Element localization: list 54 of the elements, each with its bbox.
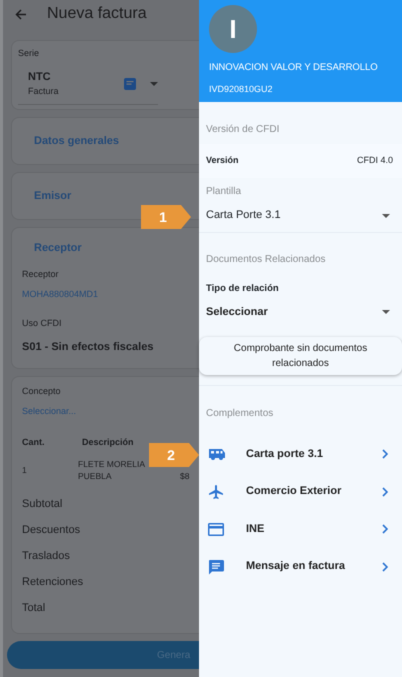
section-title: Datos generales xyxy=(34,134,119,149)
section-heading: Complementos xyxy=(206,407,274,422)
plantilla-dropdown[interactable]: Carta Porte 3.1 xyxy=(199,199,402,233)
callout-marker: 2 xyxy=(149,443,199,467)
complement-item[interactable]: Carta porte 3.1 xyxy=(199,435,402,473)
section-title: Receptor xyxy=(34,242,82,254)
field-label: Plantilla xyxy=(206,185,242,199)
total-label: Traslados xyxy=(22,548,70,564)
company-name: INNOVACION VALOR Y DESARROLLO xyxy=(209,61,378,75)
relacion-dropdown[interactable]: Seleccionar xyxy=(199,296,402,328)
chevron-right-icon xyxy=(382,562,388,572)
total-label: Subtotal xyxy=(22,496,62,512)
message-icon xyxy=(208,558,224,574)
airplane-icon xyxy=(208,484,224,500)
serie-code: NTC xyxy=(28,70,52,84)
company-rfc: IVD920810GU2 xyxy=(209,83,274,96)
section-heading: Versión de CFDI xyxy=(206,123,280,137)
complement-item[interactable]: Mensaje en factura xyxy=(199,548,402,586)
field-label: Serie xyxy=(18,47,40,60)
section-title: Emisor xyxy=(34,188,72,204)
uso-cfdi-value[interactable]: S01 - Sin efectos fiscales xyxy=(22,340,154,352)
dropdown-caret-icon xyxy=(382,214,390,218)
field-label: Tipo de relación xyxy=(206,282,280,296)
column-header: Descripción xyxy=(82,436,134,449)
credit-card-icon xyxy=(208,522,224,536)
complement-item[interactable]: Comercio Exterior xyxy=(199,472,402,510)
table-cell-text: 1 xyxy=(22,464,28,477)
total-label: Descuentos xyxy=(22,522,80,538)
table-cell: $8 xyxy=(180,470,190,483)
dropdown-caret-icon xyxy=(382,310,390,314)
chevron-right-icon xyxy=(382,449,388,459)
field-label: Receptor xyxy=(22,268,60,281)
section-heading: Documentos Relacionados xyxy=(206,253,327,267)
chevron-right-icon xyxy=(382,486,388,496)
chevron-right-icon xyxy=(382,524,388,534)
screen-title: Nueva factura xyxy=(47,4,147,24)
dropdown-caret-icon xyxy=(150,82,158,86)
version-value: CFDI 4.0 xyxy=(356,154,393,168)
avatar: I xyxy=(209,5,257,53)
total-label: Retenciones xyxy=(22,574,84,590)
total-label: Total xyxy=(22,600,46,616)
field-label: Uso CFDI xyxy=(22,317,63,330)
no-documents-button[interactable]: Comprobante sin documentos relacionados xyxy=(199,337,402,376)
callout-marker: 1 xyxy=(141,205,191,229)
serie-name: Factura xyxy=(28,85,60,98)
complement-item[interactable]: INE xyxy=(199,510,402,548)
field-label: Concepto xyxy=(22,385,62,398)
document-icon[interactable] xyxy=(124,78,136,90)
table-cell-text: FLETE MORELIA PUEBLA xyxy=(78,458,146,483)
back-arrow-icon[interactable] xyxy=(15,8,27,20)
field-label: Versión xyxy=(206,154,239,168)
serie-dropdown[interactable]: NTC Factura xyxy=(18,62,158,104)
column-header: Cant. xyxy=(22,436,46,449)
truck-icon xyxy=(208,448,226,460)
